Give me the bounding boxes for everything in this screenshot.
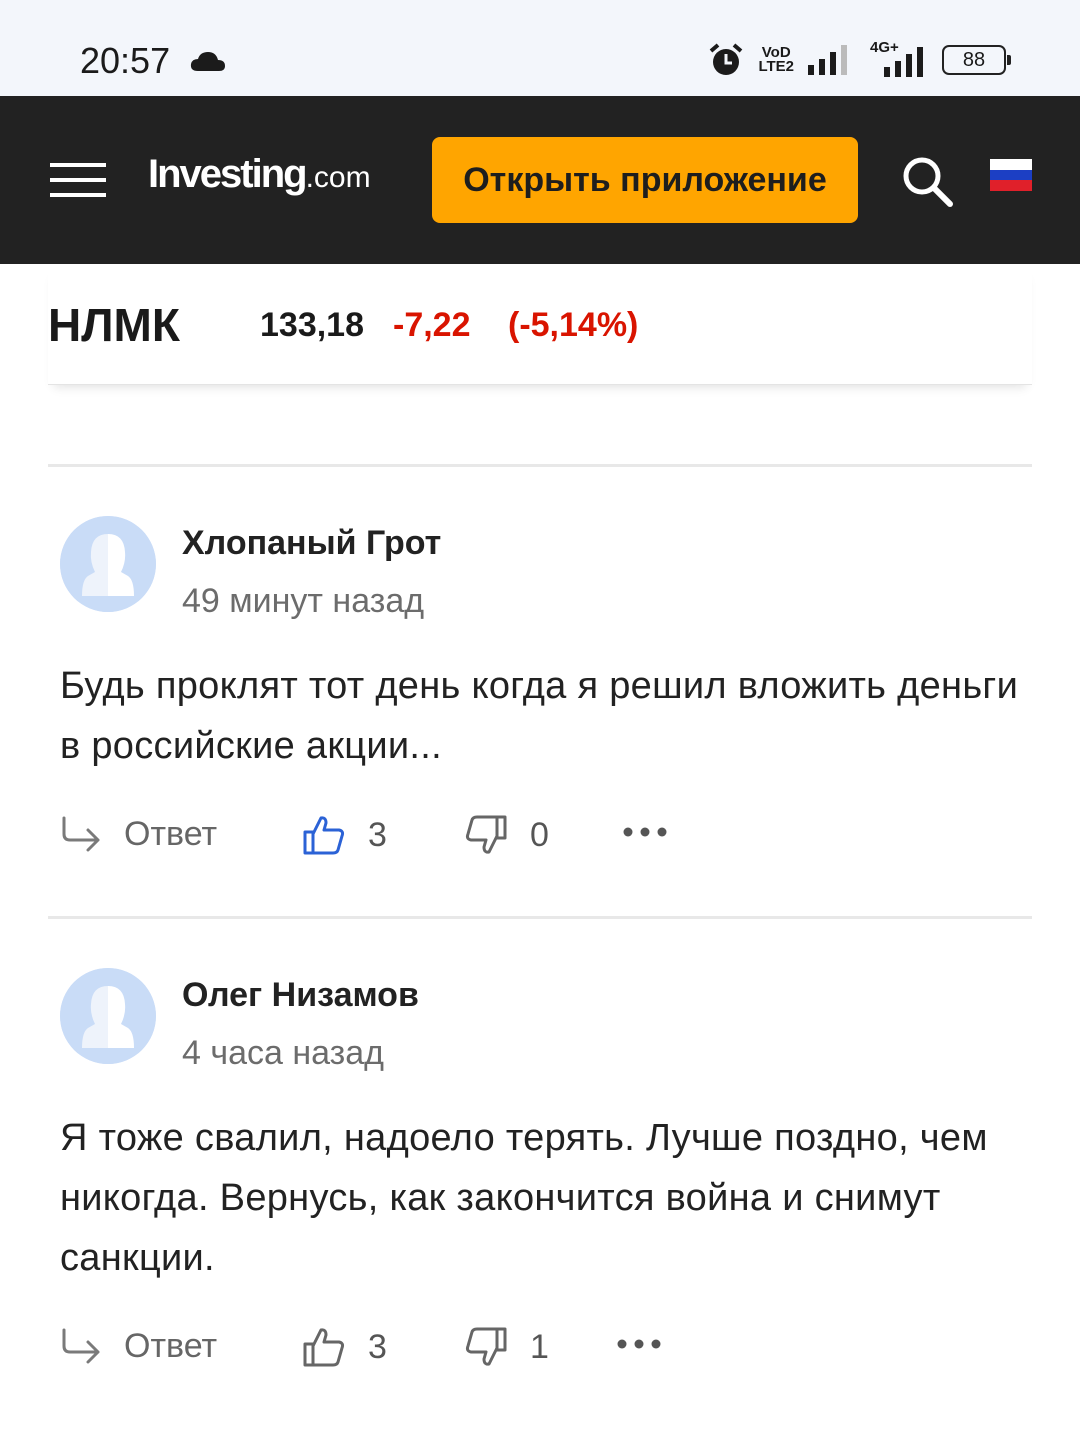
divider xyxy=(48,464,1032,467)
divider xyxy=(48,916,1032,919)
volte-bottom: LTE2 xyxy=(758,58,794,75)
dislike-button[interactable]: 0 xyxy=(464,814,549,856)
like-button[interactable]: 3 xyxy=(302,1326,387,1368)
volte-indicator: VoD LTE2 xyxy=(758,45,794,75)
search-icon[interactable] xyxy=(900,154,954,208)
thumbs-down-icon xyxy=(465,1327,507,1366)
comment-author[interactable]: Хлопаный Грот xyxy=(182,524,441,563)
reply-label: Ответ xyxy=(124,1326,218,1365)
dislike-count: 0 xyxy=(530,815,549,854)
like-count: 3 xyxy=(368,815,387,854)
thumbs-down-icon xyxy=(465,815,507,854)
signal-icon-1 xyxy=(808,45,847,75)
stock-change-percent: (-5,14%) xyxy=(508,306,639,344)
like-count: 3 xyxy=(368,1327,387,1366)
status-bar: 20:57 VoD LTE2 4G+ 88 xyxy=(0,0,1080,96)
stock-summary: НЛМК 133,18 -7,22 (-5,14%) xyxy=(48,264,1032,385)
comment-actions: Ответ 3 1 xyxy=(60,1326,760,1370)
more-options-icon[interactable] xyxy=(616,1338,662,1350)
logo-domain: .com xyxy=(305,161,371,194)
more-options-icon[interactable] xyxy=(622,826,668,838)
comment-actions: Ответ 3 0 xyxy=(60,814,760,858)
stock-change: -7,22 xyxy=(393,306,471,344)
user-silhouette-icon xyxy=(60,516,156,612)
battery-indicator: 88 xyxy=(942,45,1011,75)
thumbs-up-icon xyxy=(303,1328,345,1367)
reply-arrow-icon xyxy=(62,816,100,852)
cloud-icon xyxy=(190,52,225,71)
alarm-icon xyxy=(710,43,743,75)
comment-text: Я тоже свалил, надоело терять. Лучше поз… xyxy=(60,1117,988,1279)
language-flag-icon[interactable] xyxy=(990,159,1032,191)
reply-arrow-icon xyxy=(62,1328,100,1364)
signal-icon-2 xyxy=(884,47,923,77)
comment-author[interactable]: Олег Низамов xyxy=(182,976,419,1015)
status-time: 20:57 xyxy=(80,40,171,81)
comment-text: Будь проклят тот день когда я решил влож… xyxy=(60,665,1019,767)
user-silhouette-icon xyxy=(60,968,156,1064)
avatar[interactable] xyxy=(60,516,156,612)
site-header: Investing.com Открыть приложение xyxy=(0,96,1080,264)
dislike-button[interactable]: 1 xyxy=(464,1326,549,1368)
signal-4g: 4G+ xyxy=(866,39,928,77)
dislike-count: 1 xyxy=(530,1327,549,1366)
site-logo[interactable]: Investing.com xyxy=(148,152,371,197)
logo-main: Investing xyxy=(148,152,308,196)
like-button[interactable]: 3 xyxy=(302,814,387,856)
open-app-button[interactable]: Открыть приложение xyxy=(432,137,858,223)
thumbs-up-icon xyxy=(303,816,345,855)
stock-price: 133,18 xyxy=(260,306,364,344)
comment: Хлопаный Грот 49 минут назад Будь прокля… xyxy=(60,516,1030,856)
reply-label: Ответ xyxy=(124,814,218,853)
reply-button[interactable]: Ответ xyxy=(60,814,217,854)
stock-name: НЛМК xyxy=(48,299,180,351)
comment: Олег Низамов 4 часа назад Я тоже свалил,… xyxy=(60,968,1030,1388)
comment-time: 4 часа назад xyxy=(182,1034,384,1072)
reply-button[interactable]: Ответ xyxy=(60,1326,217,1366)
avatar[interactable] xyxy=(60,968,156,1064)
status-icons: VoD LTE2 4G+ 88 xyxy=(708,39,1011,78)
menu-button[interactable] xyxy=(50,163,106,197)
comment-time: 49 минут назад xyxy=(182,582,425,620)
